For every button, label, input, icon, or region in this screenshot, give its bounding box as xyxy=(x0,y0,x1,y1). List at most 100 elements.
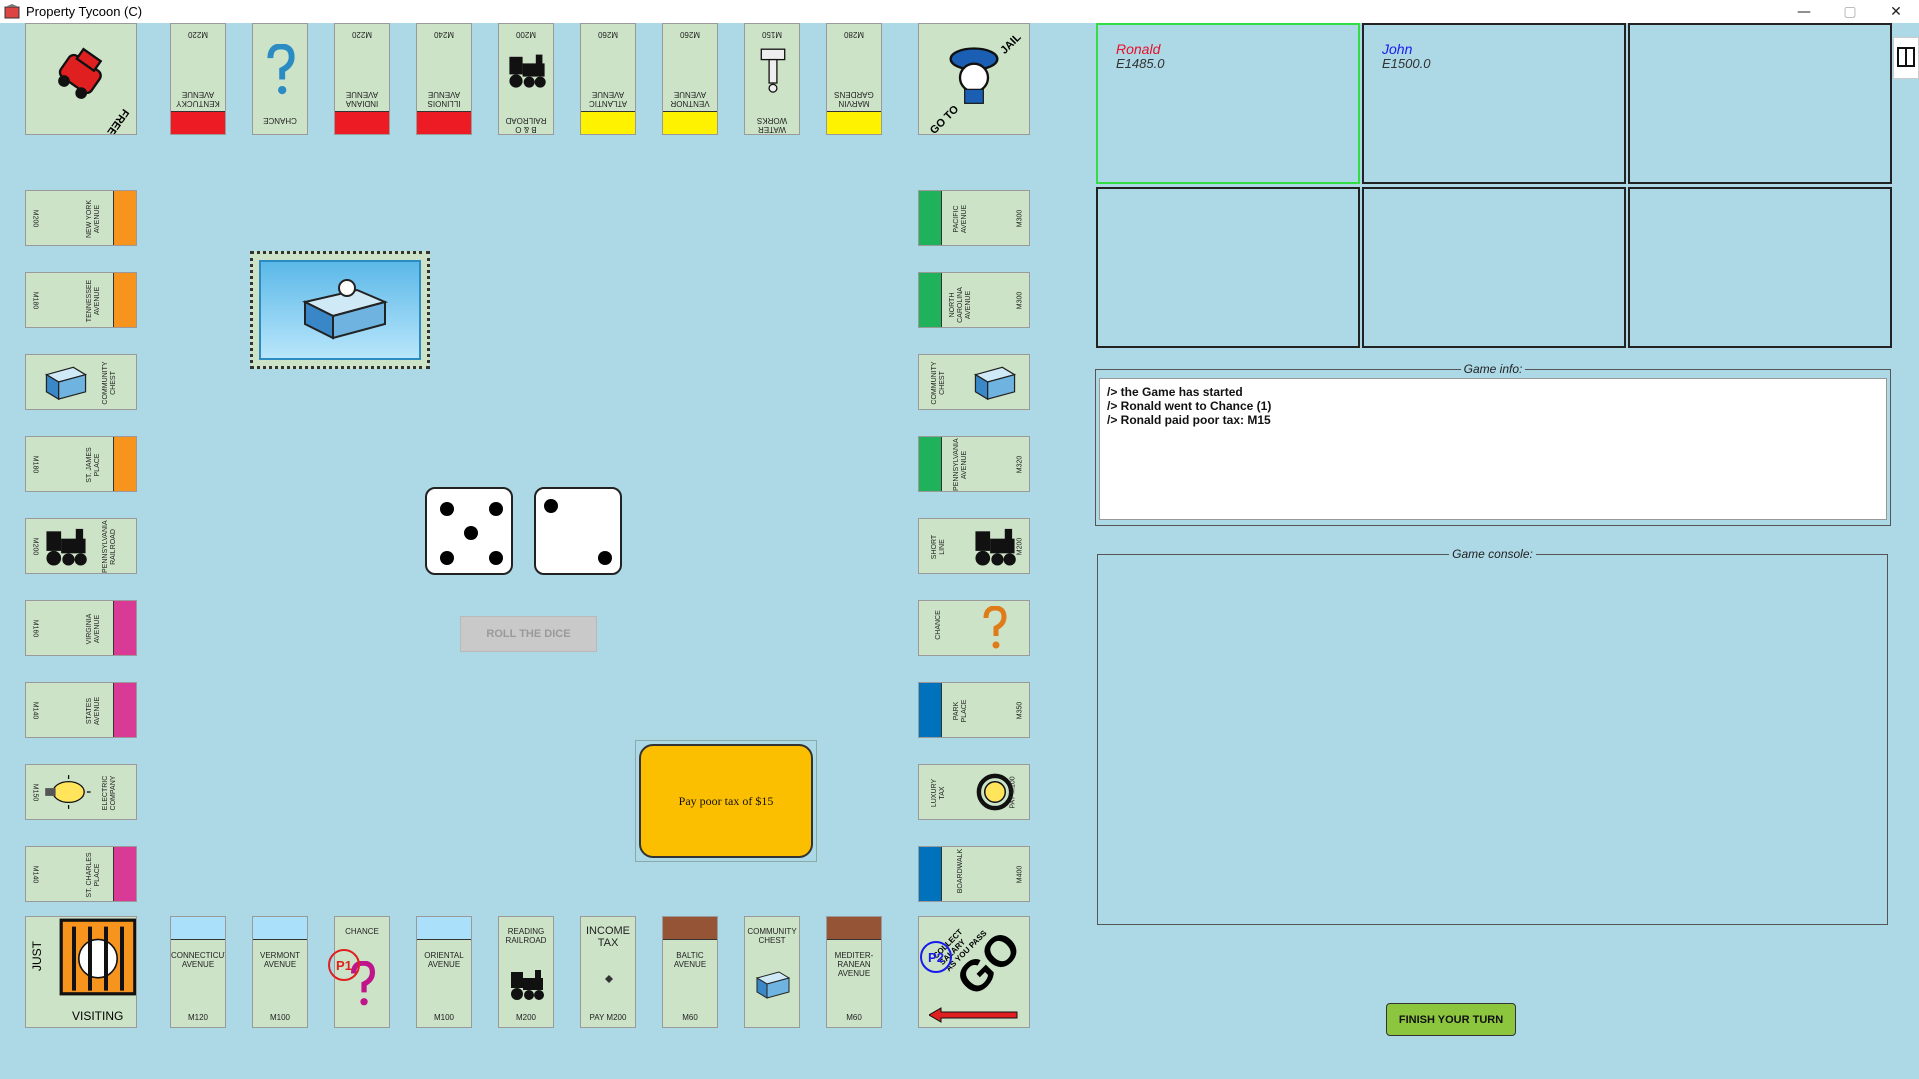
board-space[interactable]: ATLANTIC AVENUE M260 xyxy=(580,23,636,135)
log-line: /> Ronald went to Chance (1) xyxy=(1107,399,1272,413)
board-space[interactable]: VENTNOR AVENUE M260 xyxy=(662,23,718,135)
chance-question-icon xyxy=(969,605,1021,655)
board-space[interactable]: INDIANA AVENUE M220 xyxy=(334,23,390,135)
board-space[interactable]: BALTIC AVENUE M60 xyxy=(662,916,718,1028)
log-line: /> Ronald paid poor tax: M15 xyxy=(1107,413,1271,427)
space-price: M260 xyxy=(598,30,619,39)
board-space[interactable]: STATES AVENUE M140 xyxy=(25,682,137,738)
board-space[interactable]: MEDITER- RANEAN AVENUE M60 xyxy=(826,916,882,1028)
space-price: M220 xyxy=(188,30,209,39)
board-space[interactable]: PARK PLACE M350 xyxy=(918,682,1030,738)
board-space[interactable]: ILLINOIS AVENUE M240 xyxy=(416,23,472,135)
roll-dice-button[interactable]: ROLL THE DICE xyxy=(460,616,597,652)
color-band xyxy=(113,847,136,901)
board-space[interactable]: CONNECTICUT AVENUE M120 xyxy=(170,916,226,1028)
board-space[interactable]: VIRGINIA AVENUE M160 xyxy=(25,600,137,656)
chance-question-icon xyxy=(259,43,303,101)
game-window: FREE KENTUCKY AVENUE M220 CHANCE INDIANA AVE… xyxy=(0,23,1919,1079)
board-space[interactable]: LUXURY TAX PAY M100 xyxy=(918,764,1030,820)
board-space[interactable]: B & O RAILROAD M200 xyxy=(498,23,554,135)
board-space[interactable]: ELECTRIC COMPANY M150 xyxy=(25,764,137,820)
space-price: M140 xyxy=(31,701,39,720)
space-label: COMMUNITY CHEST xyxy=(747,927,797,945)
board-space[interactable]: COMMUNITY CHEST xyxy=(744,916,800,1028)
space-label: ELECTRIC COMPANY xyxy=(102,775,117,811)
player-panel-3 xyxy=(1628,23,1892,184)
space-price: M180 xyxy=(31,291,39,310)
board-space[interactable]: COMMUNITY CHEST xyxy=(918,354,1030,410)
chest-icon xyxy=(259,260,421,360)
color-band xyxy=(113,437,136,491)
player-panel-5 xyxy=(1362,187,1626,348)
space-price: M200 xyxy=(516,30,537,39)
color-band xyxy=(113,683,136,737)
color-band xyxy=(919,191,942,245)
space-price: M150 xyxy=(762,30,783,39)
space-label: ORIENTAL AVENUE xyxy=(424,951,464,969)
board-space[interactable]: MARVIN GARDENS M280 xyxy=(826,23,882,135)
space-price: M140 xyxy=(31,865,39,884)
board-space[interactable]: TENNESSEE AVENUE M180 xyxy=(25,272,137,328)
space-label: ILLINOIS AVENUE xyxy=(427,90,461,108)
log-line: /> the Game has started xyxy=(1107,385,1243,399)
board-space[interactable]: WATER WORKS M150 xyxy=(744,23,800,135)
board-space[interactable]: INCOME TAX PAY M200 xyxy=(580,916,636,1028)
chest-icon xyxy=(969,360,1021,409)
space-label: PENNSYLVANIA RAILROAD xyxy=(102,520,117,573)
board-space[interactable]: NORTH CAROLINA AVENUE M300 xyxy=(918,272,1030,328)
board-space[interactable]: PENNSYLVANIA AVENUE M320 xyxy=(918,436,1030,492)
board-space[interactable]: ORIENTAL AVENUE M100 xyxy=(416,916,472,1028)
color-band xyxy=(113,191,136,245)
finish-turn-button[interactable]: FINISH YOUR TURN xyxy=(1386,1003,1516,1036)
board-space[interactable]: SHORT LINE M200 xyxy=(918,518,1030,574)
faucet-icon xyxy=(751,44,795,101)
board-space[interactable]: ST. JAMES PLACE M180 xyxy=(25,436,137,492)
go-arrow-icon xyxy=(928,1007,1019,1027)
community-chest-deck[interactable] xyxy=(250,251,430,369)
board-space[interactable]: ST. CHARLES PLACE M140 xyxy=(25,846,137,902)
space-label: MEDITER- RANEAN AVENUE xyxy=(834,951,874,978)
space-label: INDIANA AVENUE xyxy=(345,90,379,108)
minimize-button[interactable]: — xyxy=(1781,0,1827,23)
space-price: M350 xyxy=(1016,701,1024,720)
color-band xyxy=(663,917,717,940)
board-space[interactable]: PENNSYLVANIA RAILROAD M200 xyxy=(25,518,137,574)
board-space[interactable]: READING RAILROAD M200 xyxy=(498,916,554,1028)
window-title: Property Tycoon (C) xyxy=(26,4,143,19)
color-band xyxy=(335,111,389,134)
space-label: BOARDWALK xyxy=(957,848,964,894)
space-label: VENTNOR AVENUE xyxy=(670,90,710,108)
book-icon[interactable] xyxy=(1893,37,1919,79)
tax-card: Pay poor tax of $15 xyxy=(639,744,813,858)
space-label: B & O RAILROAD xyxy=(505,116,547,134)
space-price: M60 xyxy=(682,1013,698,1022)
color-band xyxy=(113,601,136,655)
board-space[interactable]: BOARDWALK M400 xyxy=(918,846,1030,902)
space-label: PACIFIC AVENUE xyxy=(953,204,968,234)
game-info-legend: Game info: xyxy=(1463,362,1523,376)
board-space[interactable]: COMMUNITY CHEST xyxy=(25,354,137,410)
space-price: M150 xyxy=(31,783,39,802)
close-button[interactable]: ✕ xyxy=(1873,0,1919,23)
maximize-button[interactable]: ▢ xyxy=(1827,0,1873,23)
color-band xyxy=(919,273,942,327)
space-price: M220 xyxy=(352,30,373,39)
board-space[interactable]: CHANCE xyxy=(918,600,1030,656)
board-space[interactable]: KENTUCKY AVENUE M220 xyxy=(170,23,226,135)
space-price: M300 xyxy=(1016,209,1024,228)
player-money: E1500.0 xyxy=(1382,56,1431,71)
space-price: M160 xyxy=(31,619,39,638)
space-label: PENNSYLVANIA AVENUE xyxy=(953,438,968,491)
space-price: M100 xyxy=(269,1013,290,1022)
color-band xyxy=(919,847,942,901)
board-space[interactable]: NEW YORK AVENUE M200 xyxy=(25,190,137,246)
board-space[interactable]: CHANCE xyxy=(252,23,308,135)
board-space[interactable]: VERMONT AVENUE M100 xyxy=(252,916,308,1028)
die-1 xyxy=(425,487,513,575)
color-band xyxy=(827,111,881,134)
app-icon xyxy=(4,3,20,20)
board-space[interactable]: PACIFIC AVENUE M300 xyxy=(918,190,1030,246)
space-label: NORTH CAROLINA AVENUE xyxy=(949,287,972,323)
space-price: M180 xyxy=(31,455,39,474)
game-console-legend: Game console: xyxy=(1452,547,1533,561)
